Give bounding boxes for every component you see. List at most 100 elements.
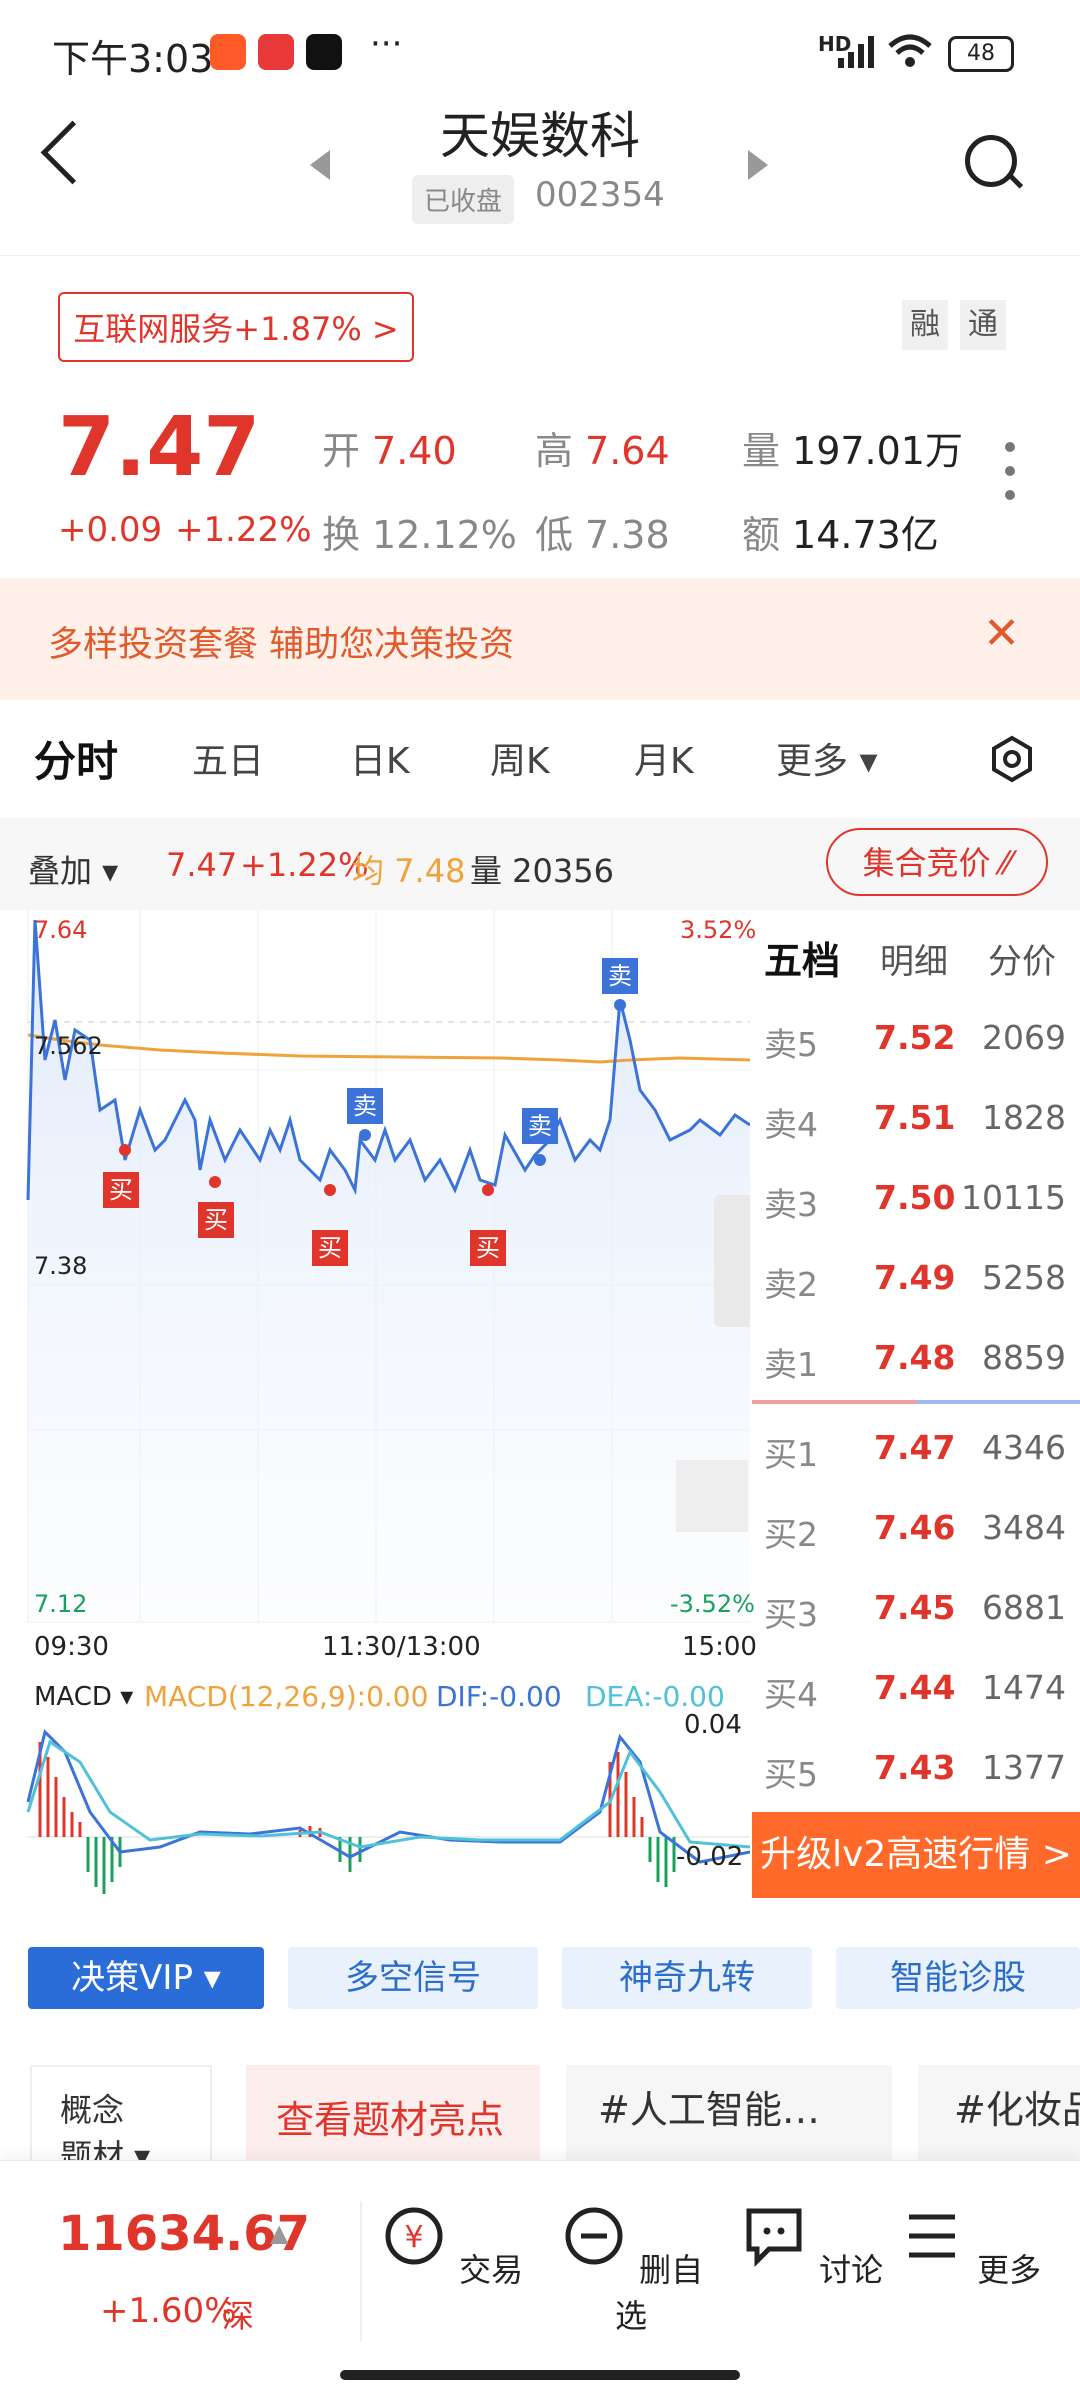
magic-nine-button[interactable]: 神奇九转: [562, 1947, 812, 2009]
y-mid-label: 7.562: [34, 1032, 103, 1060]
macd-chart-svg: [26, 1729, 751, 1894]
next-stock-button[interactable]: [748, 150, 768, 180]
overlay-volume: 量 20356: [470, 852, 614, 890]
macd-value: MACD(12,26,9):0.00: [144, 1680, 429, 1713]
theme-tag-cosmetics[interactable]: #化妆品: [918, 2065, 1080, 2165]
stat-low: 低 7.38: [535, 513, 670, 557]
time-start-label: 09:30: [34, 1632, 109, 1662]
theme-tag-ai[interactable]: #人工智能…: [566, 2065, 892, 2165]
long-short-signal-button[interactable]: 多空信号: [288, 1947, 538, 2009]
promo-text: 多样投资套餐 辅助您决策投资: [48, 625, 515, 665]
price-change: +0.09: [58, 510, 163, 550]
order-book: 五档 明细 分价 卖5 7.52 2069 卖4 7.51 1828 卖3 7.50 101…: [752, 910, 1080, 1810]
y-low-mark-label: 7.38: [34, 1252, 88, 1280]
tab-detail[interactable]: 明细: [880, 934, 948, 983]
buy-marker[interactable]: 买: [198, 1202, 234, 1238]
current-price: 7.47: [58, 400, 261, 495]
chat-icon: [746, 2208, 802, 2268]
app-notification-icon: [258, 34, 294, 70]
decision-vip-button[interactable]: 决策VIP ▾: [28, 1947, 264, 2009]
dif-value: DIF:-0.00: [436, 1680, 562, 1713]
sell-row: 卖5 7.52 2069: [764, 1018, 1066, 1064]
battery-level: 48: [967, 41, 995, 66]
fullscreen-icon[interactable]: [676, 1460, 748, 1532]
menu-icon: [908, 2214, 955, 2258]
intraday-chart-svg: [26, 910, 750, 1623]
tab-intraday[interactable]: 分时: [34, 728, 118, 789]
tab-price-distribution[interactable]: 分价: [988, 934, 1056, 983]
tiktok-icon: [306, 34, 342, 70]
buy-marker[interactable]: 买: [470, 1230, 506, 1266]
wifi-icon: [888, 34, 932, 67]
stat-volume: 量 197.01万: [742, 429, 963, 473]
expand-panel-handle[interactable]: [714, 1195, 750, 1327]
macd-dropdown[interactable]: MACD ▾: [34, 1682, 133, 1712]
overlay-dropdown[interactable]: 叠加 ▾: [28, 846, 118, 892]
buy-row: 买5 7.43 1377: [764, 1748, 1066, 1794]
trade-icon: ¥: [385, 2207, 443, 2265]
app-notification-icon: [210, 34, 246, 70]
stock-code: 002354: [535, 175, 665, 215]
y-high-label: 7.64: [34, 916, 88, 944]
sell-marker[interactable]: 卖: [347, 1088, 383, 1124]
status-time: 下午3:03: [52, 37, 214, 81]
sell-row: 卖3 7.50 10115: [764, 1178, 1066, 1224]
buy-marker[interactable]: 买: [103, 1172, 139, 1208]
close-icon[interactable]: ✕: [983, 608, 1020, 659]
macd-bottom-label: -0.02: [676, 1842, 744, 1872]
buy-row: 买2 7.46 3484: [764, 1508, 1066, 1554]
tab-weekly-k[interactable]: 周K: [490, 732, 550, 784]
sell-marker[interactable]: 卖: [602, 958, 638, 994]
nav-discussion[interactable]: 讨论: [736, 2201, 886, 2291]
buy-marker[interactable]: 买: [312, 1230, 348, 1266]
stat-turnover: 换 12.12%: [322, 513, 517, 557]
stat-high: 高 7.64: [535, 429, 670, 473]
macd-top-label: 0.04: [684, 1710, 742, 1740]
divider: [360, 2201, 362, 2341]
sell-marker[interactable]: 卖: [522, 1108, 558, 1144]
tab-five-day[interactable]: 五日: [192, 732, 264, 784]
tab-five-levels[interactable]: 五档: [764, 930, 840, 985]
intraday-chart[interactable]: 买 买 买 买 卖 卖 卖 7.64 7.562 7.38 7.12 3.52%…: [0, 910, 756, 1630]
stat-open: 开 7.40: [322, 429, 457, 473]
price-change-pct: +1.22%: [175, 510, 312, 550]
index-market: 深: [222, 2297, 255, 2335]
tab-more[interactable]: 更多 ▾: [776, 732, 878, 784]
more-notifications-icon: ···: [370, 24, 403, 64]
nav-trade[interactable]: ¥ 交易: [376, 2201, 526, 2291]
buy-row: 买1 7.47 4346: [764, 1428, 1066, 1474]
nav-remove-watchlist[interactable]: 删自选: [556, 2201, 706, 2337]
connect-tag: 通: [960, 300, 1006, 350]
smart-diagnosis-button[interactable]: 智能诊股: [836, 1947, 1080, 2009]
nav-more[interactable]: 更多: [894, 2201, 1044, 2291]
view-theme-highlights-button[interactable]: 查看题材亮点: [246, 2065, 540, 2165]
overlay-avg: 均 7.48: [352, 852, 466, 890]
search-icon[interactable]: [965, 135, 1017, 187]
promo-banner[interactable]: 多样投资套餐 辅助您决策投资 ✕: [0, 578, 1080, 700]
signal-icon: [838, 36, 874, 68]
concept-dropdown[interactable]: 概念 题材 ▾: [30, 2065, 212, 2175]
stock-name: 天娱数科: [440, 107, 640, 165]
stat-amount: 额 14.73亿: [742, 513, 939, 557]
call-auction-button[interactable]: 集合竞价 ⁄⁄: [826, 828, 1048, 896]
remove-watchlist-icon: [565, 2207, 623, 2265]
sector-tag-button[interactable]: 互联网服务+1.87% >: [58, 292, 414, 362]
book-divider: [916, 1400, 1080, 1404]
index-change: +1.60%: [100, 2291, 237, 2331]
margin-tag: 融: [902, 300, 948, 350]
home-indicator[interactable]: [340, 2370, 740, 2380]
y-low-label: 7.12: [34, 1590, 88, 1618]
overlay-price: 7.47: [166, 846, 238, 884]
pct-high-label: 3.52%: [680, 916, 757, 944]
buy-row: 买3 7.45 6881: [764, 1588, 1066, 1634]
battery-icon: 48: [948, 36, 1014, 72]
header: 天娱数科 已收盘 002354: [0, 90, 1080, 256]
tab-daily-k[interactable]: 日K: [350, 732, 410, 784]
tab-monthly-k[interactable]: 月K: [634, 732, 694, 784]
upgrade-lv2-button[interactable]: 升级lv2高速行情 >: [752, 1812, 1080, 1898]
time-mid-label: 11:30/13:00: [322, 1632, 481, 1662]
chart-settings-icon[interactable]: [988, 735, 1036, 783]
macd-chart: 0.04 -0.02: [0, 1710, 751, 1902]
dea-value: DEA:-0.00: [585, 1680, 725, 1713]
more-options-icon[interactable]: [1005, 442, 1015, 514]
